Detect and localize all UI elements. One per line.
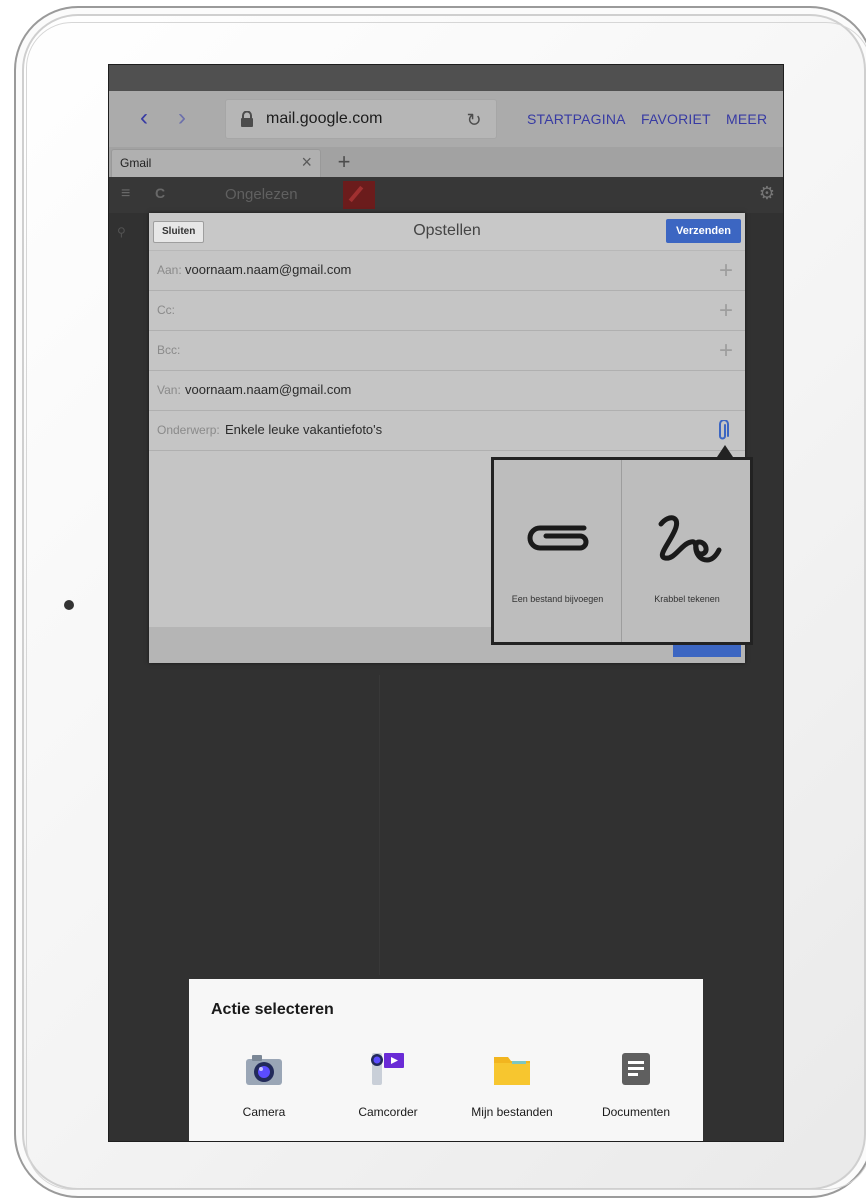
camera-icon bbox=[246, 1055, 282, 1085]
attach-menu: Een bestand bijvoegen Krabbel tekenen bbox=[491, 457, 753, 645]
attach-file-label: Een bestand bijvoegen bbox=[511, 594, 604, 604]
subject-field[interactable]: Onderwerp: Enkele leuke vakantiefoto's bbox=[149, 411, 745, 451]
from-value[interactable]: voornaam.naam@gmail.com bbox=[185, 382, 351, 397]
cc-label: Cc: bbox=[157, 303, 175, 317]
footer-send-button[interactable] bbox=[673, 643, 741, 657]
action-sheet: Actie selecteren Camera Camcorder Mijn b… bbox=[189, 979, 703, 1141]
paperclip-icon bbox=[527, 525, 589, 551]
compose-header: Sluiten Opstellen Verzenden bbox=[149, 213, 745, 251]
camera-label: Camera bbox=[242, 1105, 286, 1119]
folder-icon bbox=[494, 1057, 530, 1085]
send-button[interactable]: Verzenden bbox=[665, 219, 741, 243]
cc-field[interactable]: Cc: + bbox=[149, 291, 745, 331]
to-label: Aan: bbox=[157, 263, 182, 277]
to-field[interactable]: Aan: voornaam.naam@gmail.com + bbox=[149, 251, 745, 291]
attach-file-option[interactable]: Een bestand bijvoegen bbox=[494, 460, 622, 642]
tablet-sensor-dot bbox=[64, 600, 74, 610]
popup-pointer bbox=[717, 445, 733, 457]
draw-scribble-label: Krabbel tekenen bbox=[654, 594, 720, 604]
camcorder-icon bbox=[371, 1053, 404, 1085]
my-files-label: Mijn bestanden bbox=[471, 1105, 553, 1119]
action-documents[interactable]: Documenten bbox=[581, 1049, 691, 1129]
action-camcorder[interactable]: Camcorder bbox=[333, 1049, 443, 1129]
draw-scribble-option[interactable]: Krabbel tekenen bbox=[623, 460, 751, 642]
action-camera[interactable]: Camera bbox=[209, 1049, 319, 1129]
action-my-files[interactable]: Mijn bestanden bbox=[457, 1049, 567, 1129]
from-field[interactable]: Van: voornaam.naam@gmail.com bbox=[149, 371, 745, 411]
to-value[interactable]: voornaam.naam@gmail.com bbox=[185, 262, 351, 277]
add-recipient-icon[interactable]: + bbox=[719, 257, 733, 285]
add-cc-icon[interactable]: + bbox=[719, 297, 733, 325]
documents-label: Documenten bbox=[601, 1105, 671, 1119]
bcc-label: Bcc: bbox=[157, 343, 181, 357]
from-label: Van: bbox=[157, 383, 181, 397]
compose-title: Opstellen bbox=[413, 222, 481, 239]
attachment-clip-icon[interactable] bbox=[717, 420, 729, 442]
tablet-screen: ‹ › mail.google.com ↻ STARTPAGINA FAVORI… bbox=[108, 64, 784, 1142]
camcorder-label: Camcorder bbox=[358, 1105, 418, 1119]
scribble-icon bbox=[658, 515, 722, 563]
subject-label: Onderwerp: bbox=[157, 423, 220, 437]
document-icon bbox=[622, 1053, 650, 1085]
bcc-field[interactable]: Bcc: + bbox=[149, 331, 745, 371]
subject-value[interactable]: Enkele leuke vakantiefoto's bbox=[225, 422, 382, 437]
action-sheet-title: Actie selecteren bbox=[211, 1001, 334, 1018]
add-bcc-icon[interactable]: + bbox=[719, 337, 733, 365]
